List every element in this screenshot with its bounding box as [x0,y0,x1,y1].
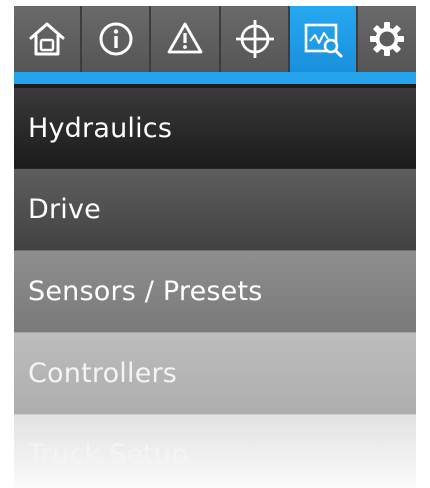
home-icon [27,19,67,59]
tab-settings[interactable] [358,6,416,72]
chart-search-icon [302,19,344,59]
gear-icon [367,19,407,59]
menu-item-label: Sensors / Presets [28,276,263,307]
menu-item-sensors-presets[interactable]: Sensors / Presets [14,250,416,332]
tab-diagnostics[interactable] [290,6,358,72]
menu-list: Hydraulics Drive Sensors / Presets Contr… [14,88,416,488]
active-tab-indicator-bar [14,72,416,84]
menu-item-label: Truck Setup [28,439,189,470]
crosshair-icon [234,18,276,60]
menu-item-hydraulics[interactable]: Hydraulics [14,88,416,168]
tab-info[interactable] [82,6,151,72]
tab-calibration[interactable] [221,6,290,72]
menu-item-label: Hydraulics [28,112,173,144]
menu-item-controllers[interactable]: Controllers [14,332,416,414]
warning-icon [165,19,205,59]
tab-warnings[interactable] [151,6,221,72]
menu-item-truck-setup[interactable]: Truck Setup [14,414,416,488]
menu-item-label: Controllers [28,358,178,389]
menu-item-label: Drive [28,194,101,225]
tab-home[interactable] [14,6,82,72]
info-icon [96,19,136,59]
app-frame: Hydraulics Drive Sensors / Presets Contr… [14,6,416,488]
tab-bar [14,6,416,72]
menu-item-drive[interactable]: Drive [14,168,416,250]
